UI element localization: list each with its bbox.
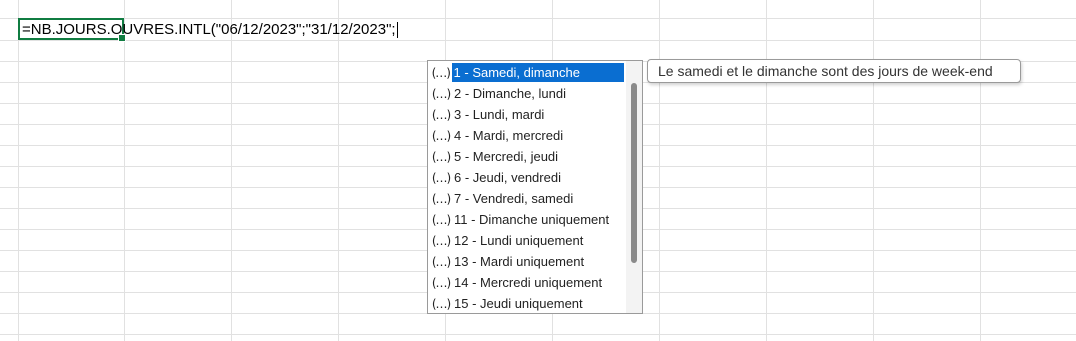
scrollbar-thumb[interactable]	[631, 83, 637, 263]
autocomplete-item[interactable]: (…) 15 - Jeudi uniquement	[428, 293, 624, 313]
autocomplete-item-label: 6 - Jeudi, vendredi	[454, 170, 561, 185]
grid-row-line	[0, 40, 1076, 41]
autocomplete-item-label: 1 - Samedi, dimanche	[451, 63, 624, 82]
autocomplete-item-label: 7 - Vendredi, samedi	[454, 191, 574, 206]
cell-formula-editor[interactable]: =NB.JOURS.OUVRES.INTL("06/12/2023";"31/1…	[22, 20, 398, 40]
function-argument-icon: (…)	[431, 296, 451, 311]
autocomplete-item-label: 4 - Mardi, mercredi	[454, 128, 564, 143]
grid-column-line	[766, 0, 767, 341]
argument-description-tooltip: Le samedi et le dimanche sont des jours …	[647, 59, 1021, 83]
autocomplete-item-label: 5 - Mercredi, jeudi	[454, 149, 559, 164]
grid-column-line	[980, 0, 981, 341]
grid-column-line	[124, 0, 125, 341]
autocomplete-item[interactable]: (…) 4 - Mardi, mercredi	[428, 125, 624, 146]
function-argument-icon: (…)	[431, 275, 451, 290]
autocomplete-item-label: 15 - Jeudi uniquement	[454, 296, 583, 311]
autocomplete-item[interactable]: (…) 6 - Jeudi, vendredi	[428, 167, 624, 188]
function-argument-icon: (…)	[431, 170, 451, 185]
autocomplete-item-label: 13 - Mardi uniquement	[454, 254, 585, 269]
autocomplete-item[interactable]: (…) 12 - Lundi uniquement	[428, 230, 624, 251]
autocomplete-item[interactable]: (…) 14 - Mercredi uniquement	[428, 272, 624, 293]
grid-column-line	[18, 0, 19, 341]
autocomplete-item[interactable]: (…) 3 - Lundi, mardi	[428, 104, 624, 125]
argument-autocomplete-list[interactable]: (…) 1 - Samedi, dimanche (…) 2 - Dimanch…	[427, 60, 643, 314]
dropdown-scrollbar[interactable]	[626, 61, 642, 313]
tooltip-text: Le samedi et le dimanche sont des jours …	[658, 63, 993, 79]
grid-column-line	[659, 0, 660, 341]
function-argument-icon: (…)	[431, 233, 451, 248]
autocomplete-item-label: 11 - Dimanche uniquement	[454, 212, 610, 227]
grid-row-line	[0, 334, 1076, 335]
autocomplete-item[interactable]: (…) 2 - Dimanche, lundi	[428, 83, 624, 104]
grid-column-line	[231, 0, 232, 341]
function-argument-icon: (…)	[431, 191, 451, 206]
autocomplete-item-label: 2 - Dimanche, lundi	[454, 86, 566, 101]
autocomplete-item[interactable]: (…) 13 - Mardi uniquement	[428, 251, 624, 272]
grid-column-line	[338, 0, 339, 341]
function-argument-icon: (…)	[431, 86, 451, 101]
grid-row-line	[0, 18, 1076, 19]
autocomplete-item-label: 12 - Lundi uniquement	[454, 233, 584, 248]
text-cursor	[396, 22, 398, 39]
function-argument-icon: (…)	[431, 65, 451, 80]
function-argument-icon: (…)	[431, 107, 451, 122]
grid-column-line	[873, 0, 874, 341]
function-argument-icon: (…)	[431, 149, 451, 164]
function-argument-icon: (…)	[431, 254, 451, 269]
autocomplete-item[interactable]: (…) 7 - Vendredi, samedi	[428, 188, 624, 209]
function-argument-icon: (…)	[431, 128, 451, 143]
autocomplete-item-label: 14 - Mercredi uniquement	[454, 275, 603, 290]
autocomplete-item[interactable]: (…) 1 - Samedi, dimanche	[428, 62, 624, 83]
autocomplete-item[interactable]: (…) 11 - Dimanche uniquement	[428, 209, 624, 230]
cell-formula-text: =NB.JOURS.OUVRES.INTL("06/12/2023";"31/1…	[22, 21, 396, 38]
function-argument-icon: (…)	[431, 212, 451, 227]
autocomplete-item-label: 3 - Lundi, mardi	[454, 107, 545, 122]
autocomplete-item[interactable]: (…) 5 - Mercredi, jeudi	[428, 146, 624, 167]
